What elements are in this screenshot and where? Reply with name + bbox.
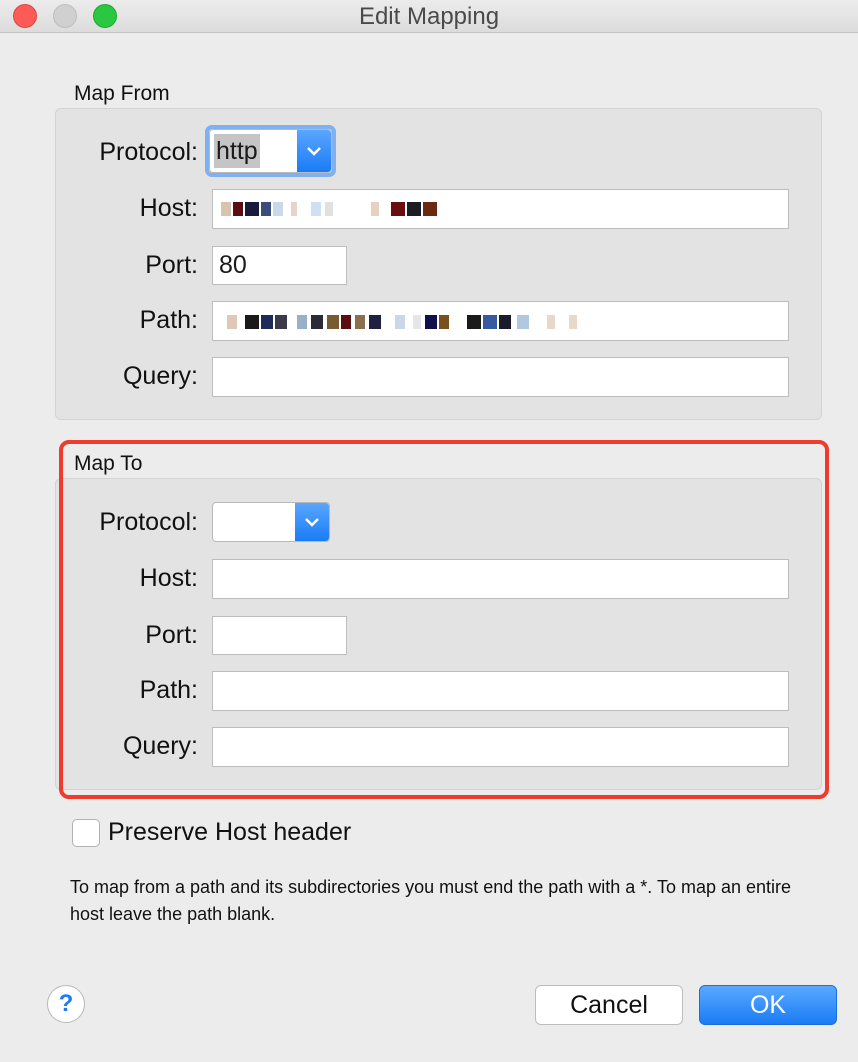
map-from-host-label: Host:: [139, 194, 198, 222]
map-from-path-field[interactable]: [212, 301, 789, 341]
map-from-query-field[interactable]: [212, 357, 789, 397]
red-highlight-annotation: [59, 440, 829, 799]
redacted-host-value: [221, 202, 441, 216]
map-from-label: Map From: [74, 82, 170, 105]
map-from-protocol-label: Protocol:: [99, 138, 198, 166]
help-button[interactable]: ?: [47, 985, 85, 1023]
cancel-button[interactable]: Cancel: [535, 985, 683, 1025]
map-from-path-label: Path:: [139, 306, 198, 334]
map-from-port-field[interactable]: 80: [212, 246, 347, 285]
window-title: Edit Mapping: [358, 3, 500, 30]
map-from-protocol-value: http: [214, 134, 260, 168]
redacted-path-value: [227, 315, 587, 329]
preserve-host-checkbox[interactable]: [72, 819, 100, 847]
ok-button[interactable]: OK: [699, 985, 837, 1025]
help-text: To map from a path and its subdirectorie…: [70, 877, 792, 924]
preserve-host-label[interactable]: Preserve Host header: [108, 818, 351, 847]
map-from-host-field[interactable]: [212, 189, 789, 229]
map-from-protocol-select[interactable]: http: [209, 129, 332, 173]
chevron-down-icon: [297, 130, 331, 172]
title-bar: Edit Mapping: [0, 0, 858, 33]
map-from-query-label: Query:: [122, 362, 198, 390]
map-from-port-label: Port:: [145, 251, 198, 279]
